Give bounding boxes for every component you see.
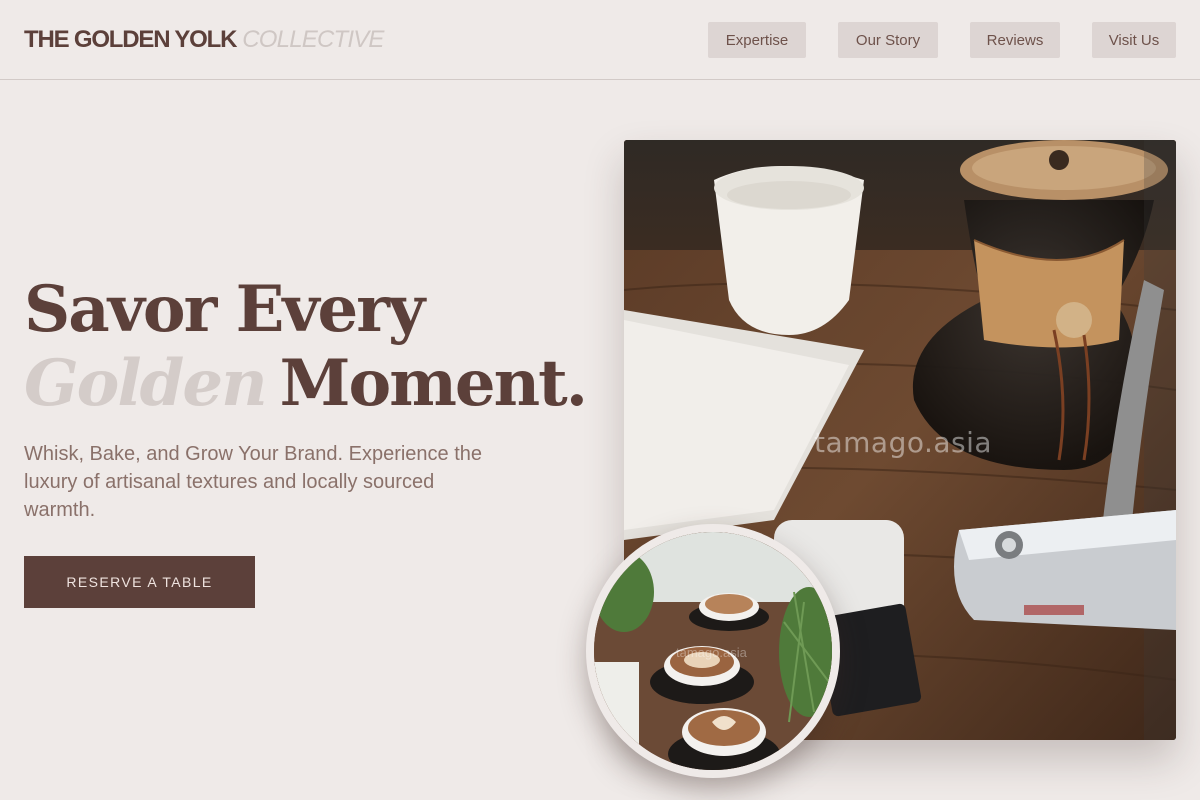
hero-heading-line2: Golden Moment. (24, 344, 588, 424)
photo-watermark: tamago.asia (814, 426, 993, 459)
reserve-table-button[interactable]: RESERVE A TABLE (24, 556, 255, 608)
logo-subtitle: COLLECTIVE (242, 26, 384, 53)
nav-reviews-button[interactable]: Reviews (970, 22, 1060, 58)
hero-heading-rest: Moment. (279, 346, 588, 421)
hero-heading-line1: Savor Every (24, 272, 425, 347)
hero-subcopy: Whisk, Bake, and Grow Your Brand. Experi… (24, 443, 483, 521)
circle-photo-watermark: tamago.asia (676, 645, 747, 660)
hero-heading-accent: Golden (24, 346, 268, 421)
nav-our-story-button[interactable]: Our Story (838, 22, 938, 58)
nav-visit-us-button[interactable]: Visit Us (1092, 22, 1176, 58)
latte-photo-circle: tamago.asia (586, 524, 840, 778)
logo[interactable]: THE GOLDEN YOLK COLLECTIVE (24, 24, 384, 56)
nav-expertise-button[interactable]: Expertise (708, 22, 806, 58)
logo-brand: THE GOLDEN YOLK (24, 26, 237, 53)
site-header: THE GOLDEN YOLK COLLECTIVE Expertise Our … (0, 0, 1200, 80)
